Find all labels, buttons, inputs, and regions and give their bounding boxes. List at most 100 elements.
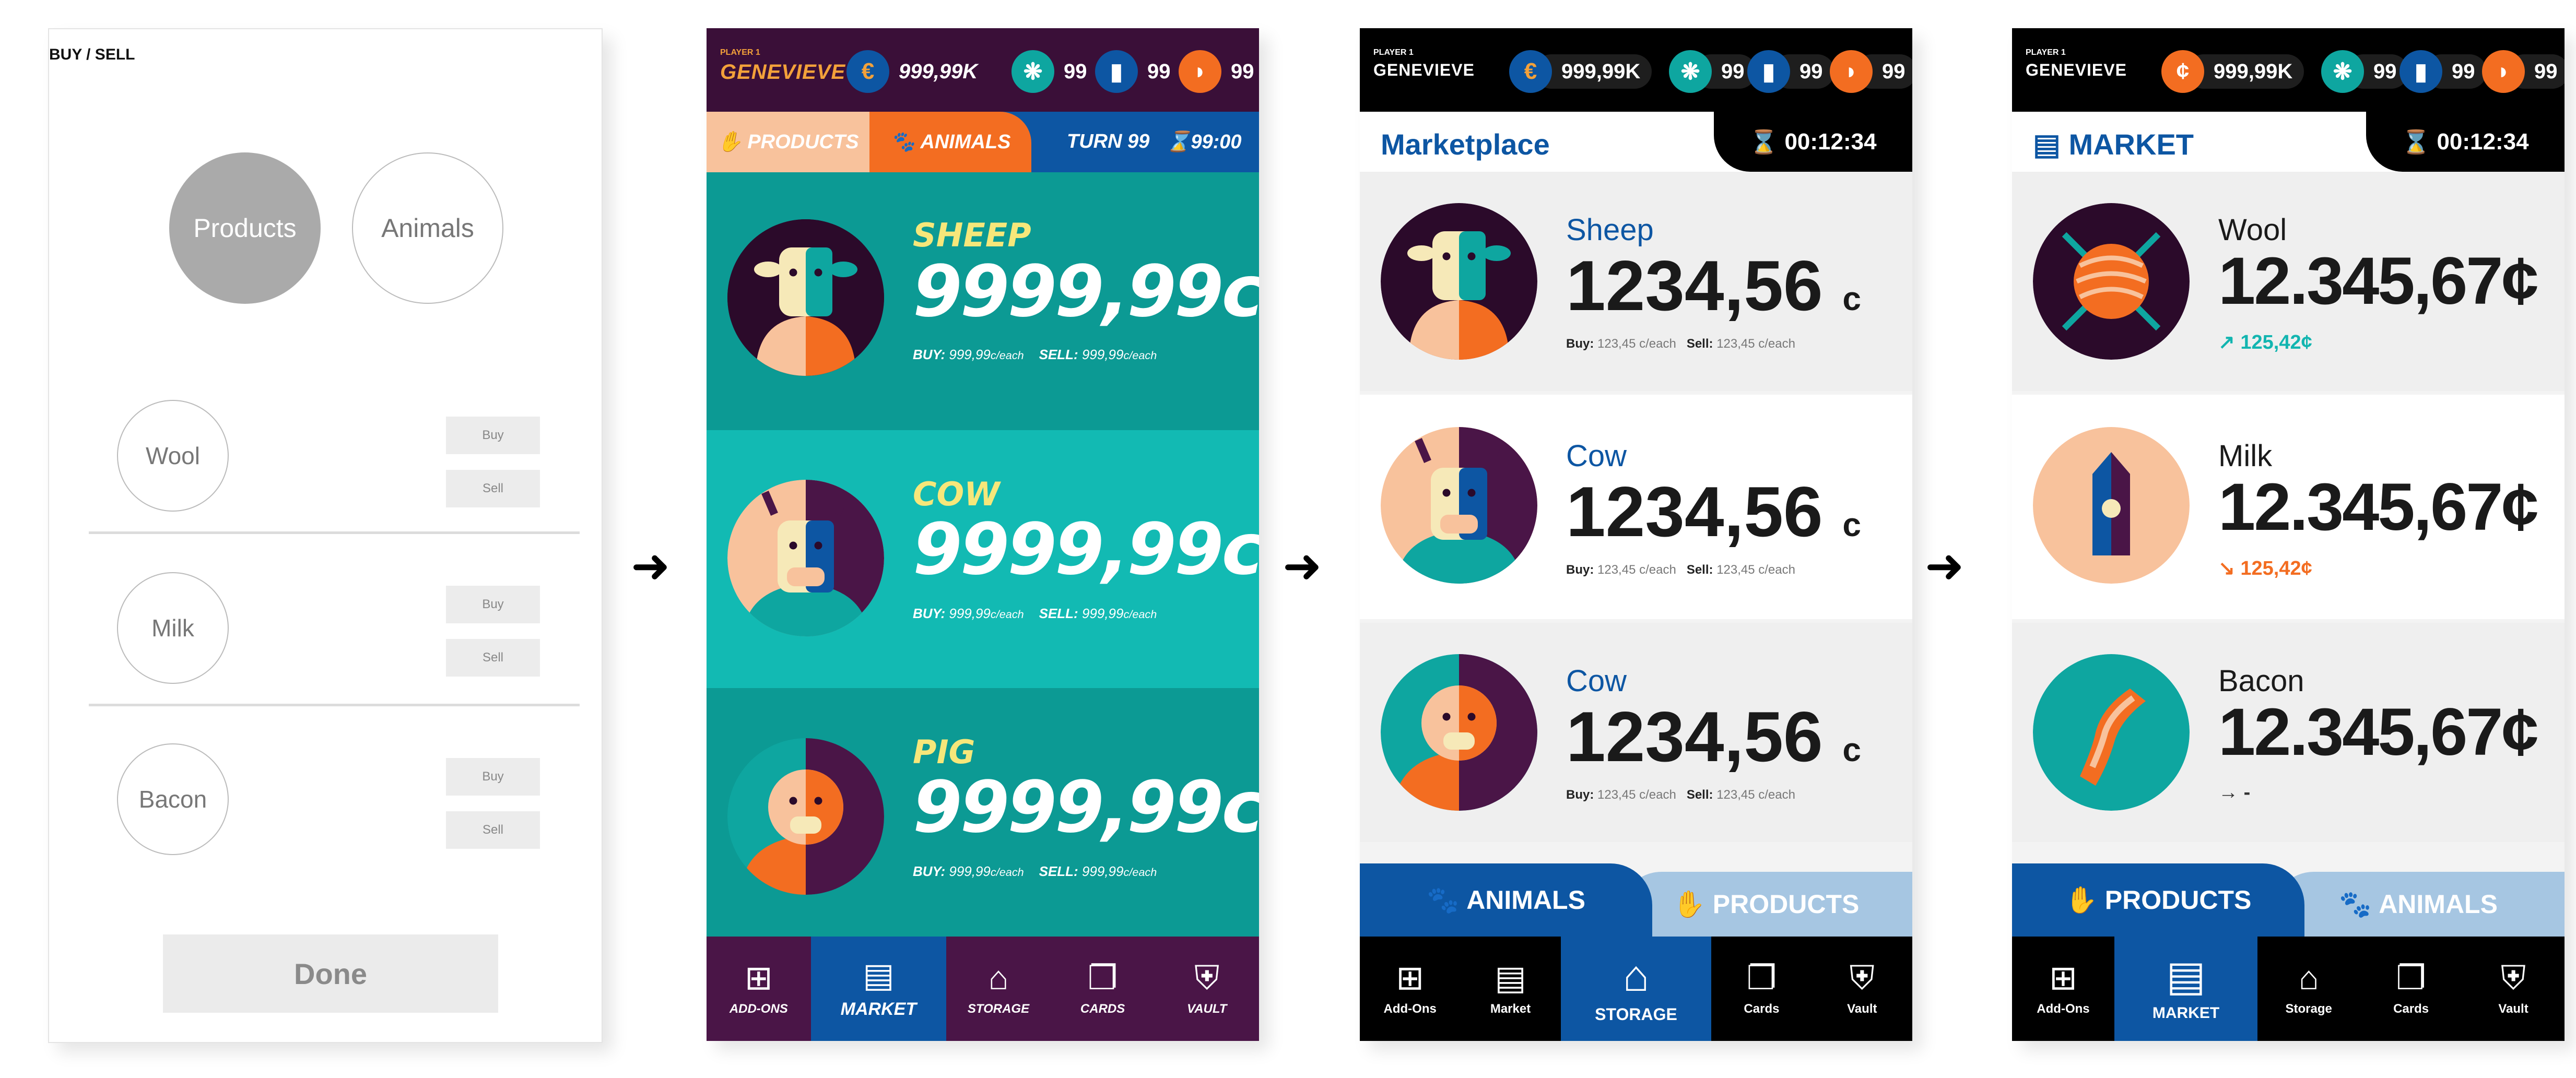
coin-stat: € 999,99K [1509, 50, 1652, 93]
animal-card-pig[interactable]: PIG 9999,99c BUY: 999,99c/each SELL: 999… [707, 688, 1259, 937]
sell-label: SELL: [1039, 606, 1078, 621]
nav-vault[interactable]: ⛨ Vault [1812, 937, 1912, 1041]
nav-label: STORAGE [967, 1002, 1030, 1016]
cards-icon: ❐ [1087, 959, 1118, 997]
marketplace-panel: PLAYER 1 GENEVIEVE € 999,99K ❋ 99 ▮ 99 ◗… [1360, 28, 1912, 1041]
wool-avatar [2033, 203, 2190, 360]
nav-cards[interactable]: ❐ Cards [2360, 937, 2462, 1041]
card-price: 1234,56 c [1566, 245, 1861, 326]
animal-card-cow[interactable]: Cow 1234,56 c Buy: 123,45 c/each Sell: 1… [1360, 395, 1912, 619]
nav-add-ons[interactable]: ⊞ ADD-ONS [707, 937, 811, 1041]
arrow-icon: ➜ [631, 540, 671, 593]
milk-stat-icon: ▮ [2399, 50, 2442, 93]
nav-market[interactable]: ▤ Market [1460, 937, 1560, 1041]
wireframe-sell-button[interactable]: Sell [446, 639, 540, 677]
card-name: Wool [2218, 213, 2287, 247]
buy-label: BUY: [913, 347, 946, 362]
trend-value: - [2243, 781, 2251, 803]
product-card-milk[interactable]: Milk 12.345,67¢ ↘ 125,42¢ [2012, 395, 2565, 619]
player-label: PLAYER 1 [720, 48, 760, 57]
meat-stat-icon: ◗ [1830, 50, 1873, 93]
tab-products[interactable]: ✋ PRODUCTS [1620, 872, 1912, 937]
done-button[interactable]: Done [163, 934, 498, 1013]
wireframe-sell-button[interactable]: Sell [446, 811, 540, 849]
nav-vault[interactable]: ⛨ Vault [2462, 937, 2565, 1041]
nav-label: Vault [2498, 1002, 2528, 1016]
nav-market[interactable]: ▤ MARKET [810, 937, 947, 1041]
card-buy-sell: Buy: 123,45 c/each Sell: 123,45 c/each [1566, 337, 1795, 351]
animal-card-sheep[interactable]: SHEEP 9999,99c BUY: 999,99c/each SELL: 9… [707, 172, 1259, 430]
coin-icon: € [846, 50, 889, 93]
store-icon: ▤ [2166, 953, 2206, 999]
player-label: PLAYER 1 [1373, 48, 1414, 57]
buy-value: 123,45 c/each [1597, 788, 1676, 802]
meat-stat: ◗ 99 [1179, 50, 1259, 93]
cards-icon: ❐ [2396, 959, 2426, 997]
wireframe-sell-button[interactable]: Sell [446, 470, 540, 507]
nav-label: VAULT [1186, 1002, 1227, 1016]
card-name: Cow [1566, 664, 1627, 698]
nav-add-ons[interactable]: ⊞ Add-Ons [2012, 937, 2114, 1041]
card-name: Bacon [2218, 664, 2304, 698]
tab-animals[interactable]: 🐾 ANIMALS [869, 112, 1031, 172]
unit: c/each [990, 349, 1024, 362]
sheep-avatar [727, 219, 884, 376]
wireframe-item-wool[interactable]: Wool [117, 400, 229, 512]
wireframe-title: BUY / SELL [49, 46, 135, 63]
product-card-bacon[interactable]: Bacon 12.345,67¢ → - [2012, 623, 2565, 842]
trend-flat-icon: → [2218, 781, 2244, 803]
nav-label: Add-Ons [1383, 1002, 1437, 1016]
hand-icon: ✋ [1673, 889, 1713, 919]
wireframe-item-bacon[interactable]: Bacon [117, 743, 229, 855]
store-icon: ▤ [1495, 959, 1526, 997]
nav-storage[interactable]: ⌂ Storage [2257, 937, 2360, 1041]
nav-cards[interactable]: ❐ CARDS [1051, 937, 1155, 1041]
tab-label: PRODUCTS [747, 131, 859, 153]
tab-products[interactable]: ✋ PRODUCTS [2012, 863, 2304, 937]
card-name: COW [913, 475, 1000, 513]
nav-vault[interactable]: ⛨ VAULT [1155, 937, 1259, 1041]
product-card-wool[interactable]: Wool 12.345,67¢ ↗ 125,42¢ [2012, 172, 2565, 391]
animal-card-cow[interactable]: COW 9999,99c BUY: 999,99c/each SELL: 999… [707, 430, 1259, 688]
home-icon: ⌂ [1622, 951, 1650, 1000]
timer-value: 00:12:34 [1784, 128, 1877, 155]
nav-cards[interactable]: ❐ Cards [1711, 937, 1812, 1041]
wireframe-tab-products[interactable]: Products [169, 152, 321, 304]
paw-icon: 🐾 [890, 131, 921, 153]
animal-card-sheep[interactable]: Sheep 1234,56 c Buy: 123,45 c/each Sell:… [1360, 172, 1912, 391]
milk-stat-icon: ▮ [1747, 50, 1790, 93]
nav-storage[interactable]: ⌂ STORAGE [946, 937, 1051, 1041]
tab-animals[interactable]: 🐾 ANIMALS [1360, 863, 1652, 937]
sell-label: SELL: [1039, 863, 1078, 879]
nav-storage[interactable]: ⌂ STORAGE [1560, 937, 1712, 1041]
nav-add-ons[interactable]: ⊞ Add-Ons [1360, 937, 1460, 1041]
animal-card-pig[interactable]: Cow 1234,56 c Buy: 123,45 c/each Sell: 1… [1360, 623, 1912, 842]
nav-market[interactable]: ▤ MARKET [2114, 937, 2258, 1041]
add-icon: ⊞ [1396, 959, 1424, 997]
arrow-icon: ➜ [1925, 540, 1965, 593]
wireframe-tab-animals[interactable]: Animals [352, 152, 503, 304]
turn-timer: ⌛99:00 [1166, 131, 1242, 153]
wireframe-buy-button[interactable]: Buy [446, 586, 540, 623]
wireframe-item-milk[interactable]: Milk [117, 572, 229, 684]
shield-icon: ⛨ [1849, 959, 1875, 997]
milk-avatar [2033, 427, 2190, 584]
milk-stat: ▮ 99 [1095, 50, 1182, 93]
meat-stat: ◗ 99 [2482, 50, 2565, 93]
nav-label: ADD-ONS [729, 1002, 788, 1016]
card-name: Milk [2218, 439, 2273, 473]
tab-products[interactable]: ✋ PRODUCTS [707, 112, 869, 172]
tab-label: ANIMALS [2379, 890, 2498, 919]
wool-stat: ❋ 99 [1011, 50, 1099, 93]
bacon-avatar [2033, 654, 2190, 811]
tab-animals[interactable]: 🐾 ANIMALS [2272, 872, 2565, 937]
category-tabs: 🐾 ANIMALS ✋ PRODUCTS [2012, 863, 2565, 937]
nav-label: MARKET [840, 999, 917, 1019]
wireframe-buy-button[interactable]: Buy [446, 758, 540, 796]
price-unit: c [1842, 506, 1861, 543]
timer-value: 00:12:34 [2437, 128, 2529, 155]
player-hud: PLAYER 1 GENEVIEVE ¢ 999,99K ❋ 99 ▮ 99 ◗… [2012, 28, 2565, 112]
unit: c/each [1123, 866, 1157, 879]
paw-icon: 🐾 [1427, 885, 1467, 915]
wireframe-buy-button[interactable]: Buy [446, 417, 540, 454]
